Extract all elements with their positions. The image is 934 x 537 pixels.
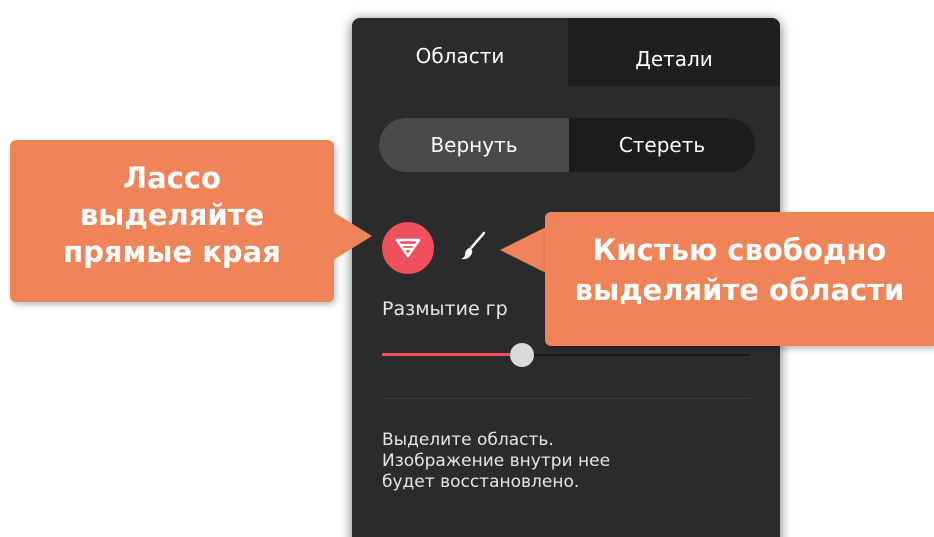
erase-button[interactable]: Стереть — [569, 118, 755, 172]
callout-line: прямые края — [63, 235, 281, 269]
slider-fill — [382, 353, 522, 356]
brush-callout-pointer — [500, 226, 548, 274]
edge-blur-label: Размытие гр — [382, 298, 508, 320]
hint-line: будет восстановлено. — [382, 472, 580, 492]
lasso-icon — [395, 238, 421, 258]
screenshot: Области Детали Вернуть Стереть Размытие … — [0, 0, 934, 537]
hint-line: Выделите область. — [382, 430, 554, 450]
slider-thumb[interactable] — [510, 343, 534, 367]
lasso-callout: Лассо выделяйте прямые края — [10, 140, 334, 302]
hint-line: Изображение внутри нее — [382, 451, 611, 471]
callout-line: Кистью свободно — [592, 233, 887, 267]
panel-tabs: Области Детали — [352, 18, 780, 86]
divider — [382, 398, 750, 399]
mode-toggle: Вернуть Стереть — [379, 118, 755, 172]
lasso-tool-button[interactable] — [382, 222, 434, 274]
hint-text: Выделите область. Изображение внутри нее… — [382, 430, 610, 493]
brush-icon — [461, 231, 486, 260]
tab-details[interactable]: Детали — [568, 18, 780, 86]
callout-line: выделяйте — [79, 198, 265, 232]
brush-tool-button[interactable] — [454, 226, 494, 266]
brush-callout: Кистью свободно выделяйте области — [545, 212, 934, 346]
restore-button[interactable]: Вернуть — [379, 118, 569, 172]
callout-line: Лассо — [123, 161, 221, 195]
tab-areas[interactable]: Области — [352, 18, 568, 86]
callout-line: выделяйте области — [574, 273, 905, 307]
lasso-callout-pointer — [330, 210, 372, 262]
